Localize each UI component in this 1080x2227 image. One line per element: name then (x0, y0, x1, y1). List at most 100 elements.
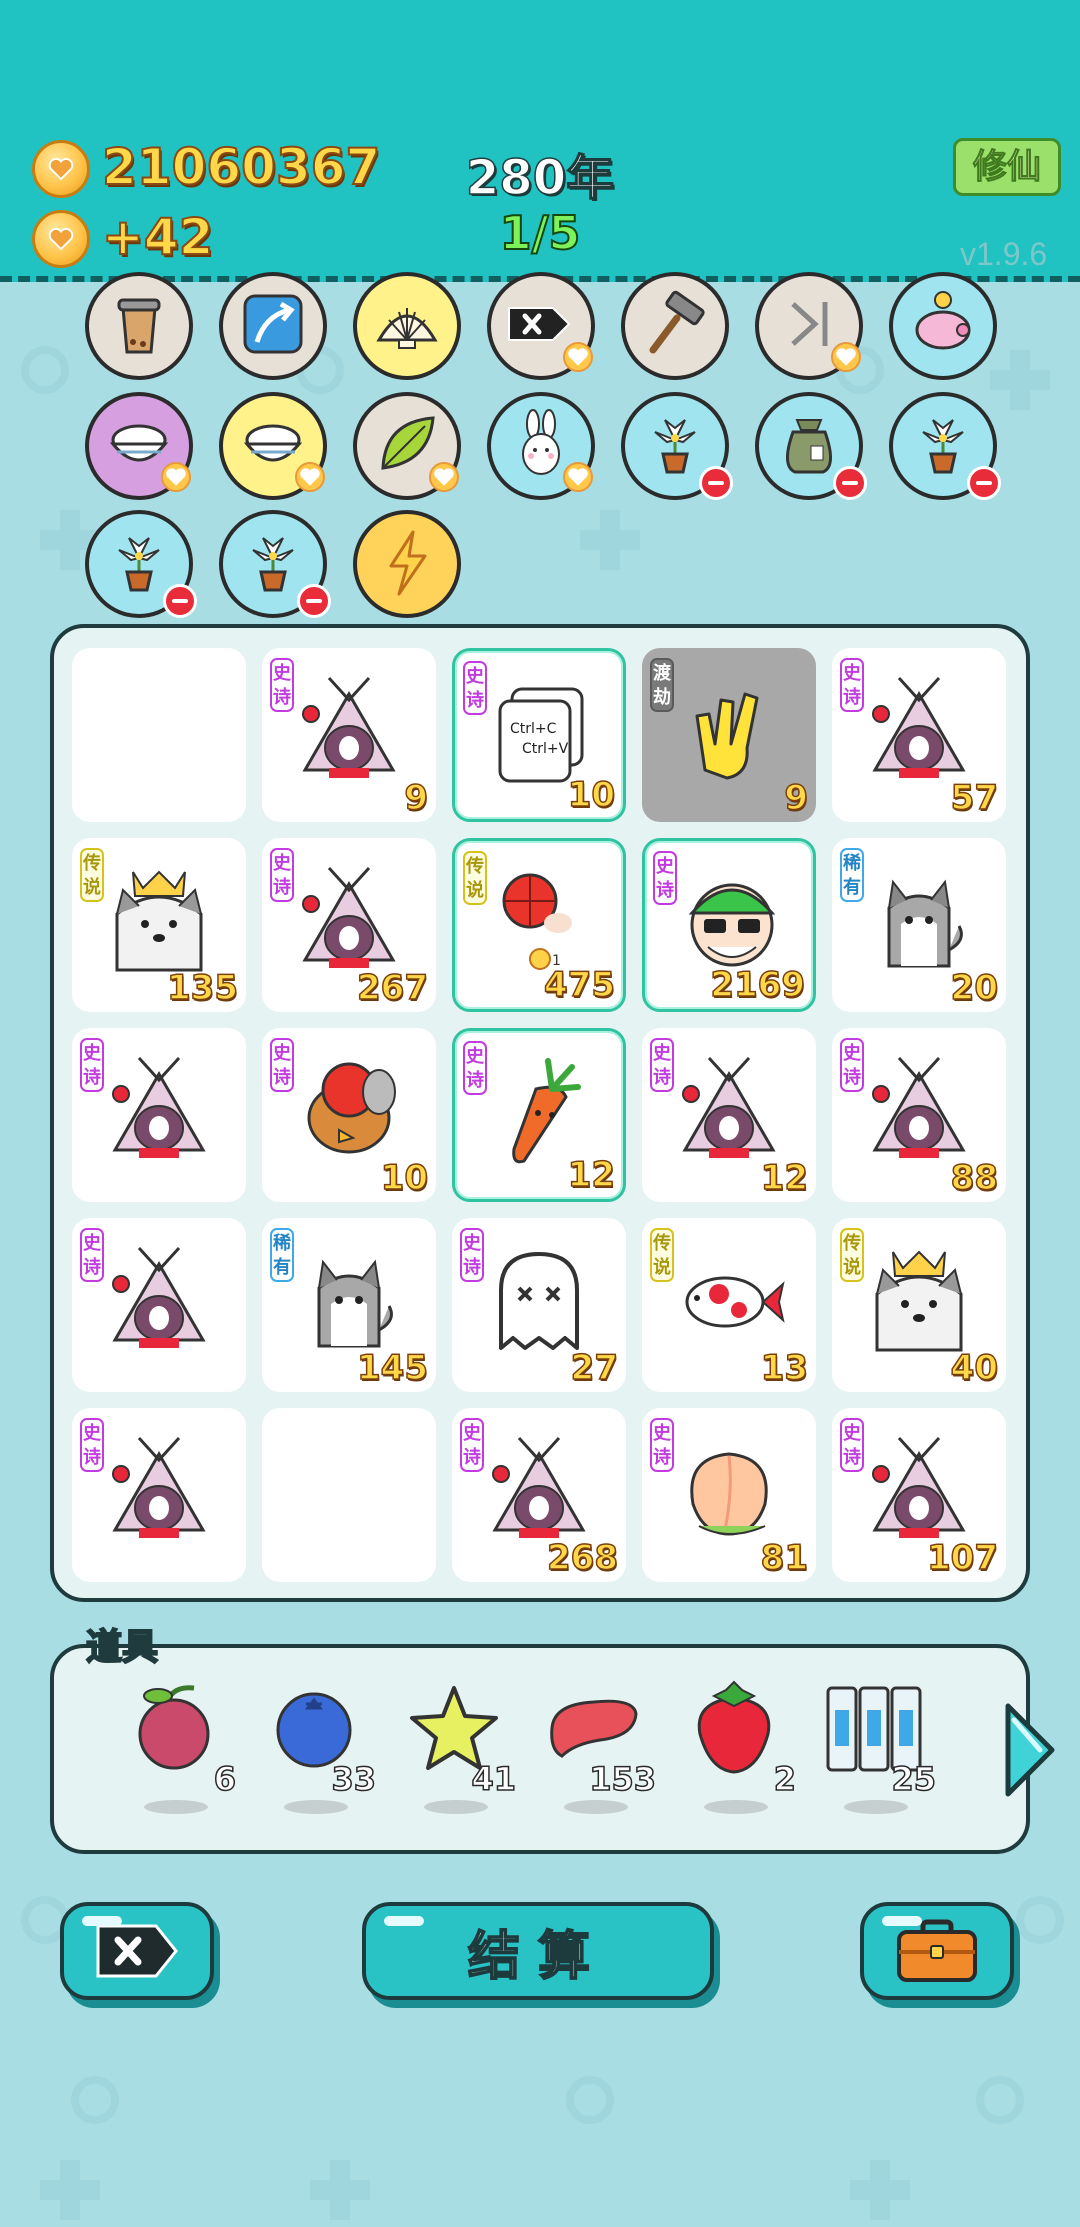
angry-bird-icon (307, 1062, 396, 1154)
board-cell[interactable]: 史诗 10 (262, 1028, 436, 1202)
board-cell[interactable]: 史诗 268 (452, 1408, 626, 1582)
board-cell[interactable]: 史诗 81 (642, 1408, 816, 1582)
year-counter: 280年 (465, 149, 615, 207)
board-cell[interactable]: 史诗 12 (452, 1028, 626, 1202)
coin-balance: 21060367 (101, 137, 381, 197)
prop-item[interactable]: 153 (524, 1678, 664, 1838)
buff-slot[interactable] (85, 510, 197, 618)
rarity-tag: 渡劫 (650, 658, 674, 712)
board-cell[interactable]: 1 传说 475 (452, 838, 626, 1012)
item-count: 145 (356, 1347, 428, 1389)
buff-slot[interactable] (353, 392, 461, 500)
minus-badge-icon[interactable] (833, 466, 867, 500)
buff-slot[interactable] (353, 510, 461, 618)
buff-slot[interactable] (219, 392, 327, 500)
board-cell[interactable]: 传说 40 (832, 1218, 1006, 1392)
bunny-house-icon (682, 1056, 776, 1158)
prop-item[interactable]: 6 (104, 1678, 244, 1838)
board-cell[interactable]: 史诗 (72, 1408, 246, 1582)
board-cell[interactable]: 传说 135 (72, 838, 246, 1012)
heart-badge-icon (563, 462, 593, 492)
board-cell[interactable]: Ctrl+C Ctrl+V 史诗 10 (452, 648, 626, 822)
next-arrow-icon[interactable] (1000, 1700, 1060, 1800)
buff-slot[interactable] (621, 392, 733, 500)
rarity-tag: 稀有 (270, 1228, 294, 1282)
svg-text:Ctrl+C: Ctrl+C (510, 721, 557, 737)
bunny-house-icon (872, 676, 966, 778)
item-count: 88 (950, 1157, 999, 1199)
piggy-bank-icon (905, 286, 981, 366)
top-status-bar: 21060367 +42 280年 1/5 修仙 v1.9.6 (0, 0, 1080, 282)
coin-icon (32, 140, 90, 198)
board-cell[interactable]: 史诗 27 (452, 1218, 626, 1392)
hammer-icon (637, 286, 713, 366)
buff-slot[interactable] (889, 272, 997, 380)
rarity-tag: 传说 (650, 1228, 674, 1282)
board-cell[interactable]: 史诗 9 (262, 648, 436, 822)
bunny-house-icon (112, 1436, 206, 1538)
buff-slot[interactable] (85, 272, 193, 380)
buff-slot[interactable] (219, 510, 331, 618)
props-panel: 6 33 41 153 2 25 (50, 1644, 1030, 1854)
board-cell[interactable]: 史诗 12 (642, 1028, 816, 1202)
minus-badge-icon[interactable] (163, 584, 197, 618)
rarity-tag: 史诗 (650, 1418, 674, 1472)
item-count: 107 (926, 1537, 998, 1579)
props-title: 道具 (85, 1626, 159, 1669)
prop-count: 25 (891, 1759, 937, 1799)
board-cell[interactable]: 传说 13 (642, 1218, 816, 1392)
board-cell[interactable]: 史诗 2169 (642, 838, 816, 1012)
inventory-button[interactable] (860, 1902, 1014, 2000)
item-count: 475 (543, 964, 615, 1006)
board-cell[interactable]: 稀有 145 (262, 1218, 436, 1392)
rarity-tag: 传说 (463, 851, 487, 905)
buff-slot[interactable] (487, 272, 595, 380)
minus-badge-icon[interactable] (699, 466, 733, 500)
buff-slot[interactable] (755, 392, 867, 500)
board-cell[interactable]: 史诗 267 (262, 838, 436, 1012)
income-coin-icon (32, 210, 90, 268)
buff-slot[interactable] (219, 272, 327, 380)
buff-slot[interactable] (755, 272, 863, 380)
bunny-house-icon (492, 1436, 586, 1538)
buff-slot[interactable] (621, 272, 729, 380)
buff-slot[interactable] (85, 392, 193, 500)
rarity-tag: 史诗 (80, 1418, 104, 1472)
prop-count: 41 (471, 1759, 517, 1799)
xiuxian-button[interactable]: 修仙 (953, 138, 1061, 196)
rarity-tag: 史诗 (270, 1038, 294, 1092)
prop-item[interactable]: 41 (384, 1678, 524, 1838)
prop-item[interactable]: 2 (664, 1678, 804, 1838)
svg-text:Ctrl+V: Ctrl+V (522, 741, 569, 757)
board-cell[interactable] (72, 648, 246, 822)
income-per-turn: +42 (101, 207, 214, 267)
board-cell[interactable]: 史诗 88 (832, 1028, 1006, 1202)
prop-shadow (564, 1800, 628, 1814)
bunny-house-icon (872, 1056, 966, 1158)
button-shine (384, 1916, 424, 1926)
board-cell[interactable]: 稀有 20 (832, 838, 1006, 1012)
heart-badge-icon (295, 462, 325, 492)
buff-slot[interactable] (353, 272, 461, 380)
settle-button[interactable]: 结算 (362, 1902, 714, 2000)
item-count: 2169 (710, 964, 806, 1006)
board-cell[interactable] (262, 1408, 436, 1582)
buff-slot[interactable] (889, 392, 1001, 500)
prop-item[interactable]: 33 (244, 1678, 384, 1838)
rock-hand-icon (695, 692, 759, 780)
rarity-tag: 史诗 (460, 1418, 484, 1472)
minus-badge-icon[interactable] (967, 466, 1001, 500)
board-cell[interactable]: 史诗 (72, 1218, 246, 1392)
rarity-tag: 史诗 (840, 1418, 864, 1472)
buff-slot[interactable] (487, 392, 595, 500)
board-cell[interactable]: 渡劫 9 (642, 648, 816, 822)
board-cell[interactable]: 史诗 107 (832, 1408, 1006, 1582)
minus-badge-icon[interactable] (297, 584, 331, 618)
bunny-house-icon (302, 676, 396, 778)
delete-tag-icon (96, 1924, 178, 1978)
remove-button[interactable] (60, 1902, 214, 2000)
board-cell[interactable]: 史诗 (72, 1028, 246, 1202)
prop-shadow (284, 1800, 348, 1814)
board-cell[interactable]: 史诗 57 (832, 648, 1006, 822)
prop-item[interactable]: 25 (804, 1678, 944, 1838)
